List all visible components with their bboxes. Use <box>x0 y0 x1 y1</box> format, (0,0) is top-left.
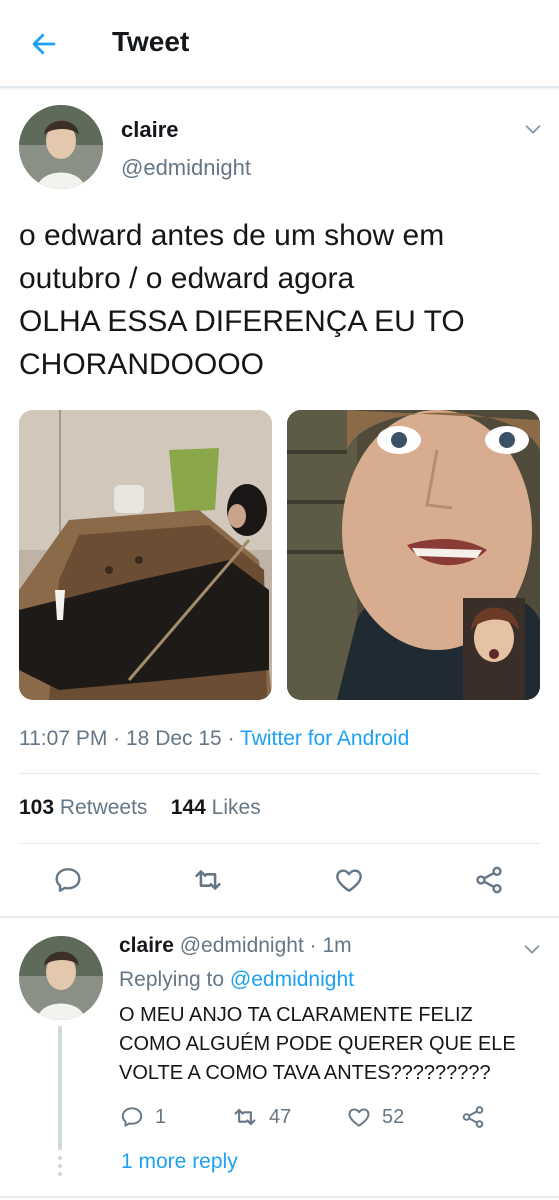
thread-line <box>58 1026 62 1150</box>
likes-stat[interactable]: 144 Likes <box>171 796 261 819</box>
section-separator <box>0 916 559 918</box>
retweet-icon <box>195 870 221 890</box>
share-button[interactable] <box>471 862 507 898</box>
heart-icon <box>348 1108 370 1127</box>
retweets-stat[interactable]: 103 Retweets <box>19 796 147 819</box>
likes-count: 144 <box>170 796 206 819</box>
back-button[interactable] <box>26 26 62 62</box>
retweets-count: 103 <box>19 796 55 819</box>
reply-retweet-button[interactable]: 47 <box>231 1102 291 1132</box>
retweet-count: 47 <box>269 1105 292 1128</box>
tweet-photo-1[interactable] <box>19 410 272 700</box>
top-app-bar: Tweet <box>0 0 559 88</box>
reply-avatar[interactable] <box>19 936 103 1020</box>
retweets-label: Retweets <box>59 796 148 819</box>
separator-dot: · <box>227 727 241 750</box>
tweet-date: 18 Dec 15 <box>126 727 222 750</box>
reply-share-button[interactable] <box>460 1102 486 1132</box>
reply-reply-button[interactable]: 1 <box>119 1102 166 1132</box>
tweet-photo-2[interactable] <box>287 410 540 700</box>
tweet-stats: 103 Retweets 144 Likes <box>19 796 261 820</box>
author-name[interactable]: claire <box>121 117 179 143</box>
reply-icon <box>55 868 81 892</box>
separator-dot: · <box>309 934 323 957</box>
retweet-button[interactable] <box>190 862 226 898</box>
more-replies-link[interactable]: 1 more reply <box>121 1150 238 1174</box>
author-handle[interactable]: @edmidnight <box>121 155 251 181</box>
chevron-down-icon[interactable] <box>522 118 544 140</box>
divider <box>19 773 540 774</box>
separator-dot: · <box>113 727 126 750</box>
reply-time: 1m <box>322 934 352 957</box>
page-title: Tweet <box>112 26 190 57</box>
like-button[interactable] <box>331 862 367 898</box>
share-icon <box>476 866 502 894</box>
like-count: 52 <box>382 1105 405 1128</box>
reply-header: claire @edmidnight · 1m <box>119 934 352 958</box>
likes-label: Likes <box>211 796 261 819</box>
chevron-down-icon[interactable] <box>521 938 543 960</box>
tweet-time: 11:07 PM <box>19 727 108 750</box>
reply-count: 1 <box>155 1105 167 1128</box>
tweet-timestamp: 11:07 PM · 18 Dec 15 · Twitter for Andro… <box>19 727 409 751</box>
divider <box>19 843 540 844</box>
avatar[interactable] <box>19 105 103 189</box>
tweet-client-link[interactable]: Twitter for Android <box>240 727 409 750</box>
section-separator <box>0 1196 559 1198</box>
reply-text: O MEU ANJO TA CLARAMENTE FELIZ COMO ALGU… <box>119 1004 516 1084</box>
reply-like-button[interactable]: 52 <box>346 1102 404 1132</box>
tweet-text: o edward antes de um show em outubro / o… <box>19 219 465 381</box>
reply-author-handle[interactable]: @edmidnight <box>180 934 304 957</box>
share-icon <box>462 1106 484 1128</box>
replying-to: Replying to @edmidnight <box>119 968 354 992</box>
thread-dots <box>58 1156 62 1180</box>
replying-to-handle[interactable]: @edmidnight <box>230 968 354 991</box>
arrow-left-icon <box>32 33 56 55</box>
heart-icon <box>336 869 362 892</box>
reply-button[interactable] <box>50 862 86 898</box>
retweet-icon <box>234 1108 256 1126</box>
reply-icon <box>121 1107 143 1127</box>
reply-author-name[interactable]: claire <box>119 934 174 957</box>
replying-label: Replying to <box>119 968 225 991</box>
